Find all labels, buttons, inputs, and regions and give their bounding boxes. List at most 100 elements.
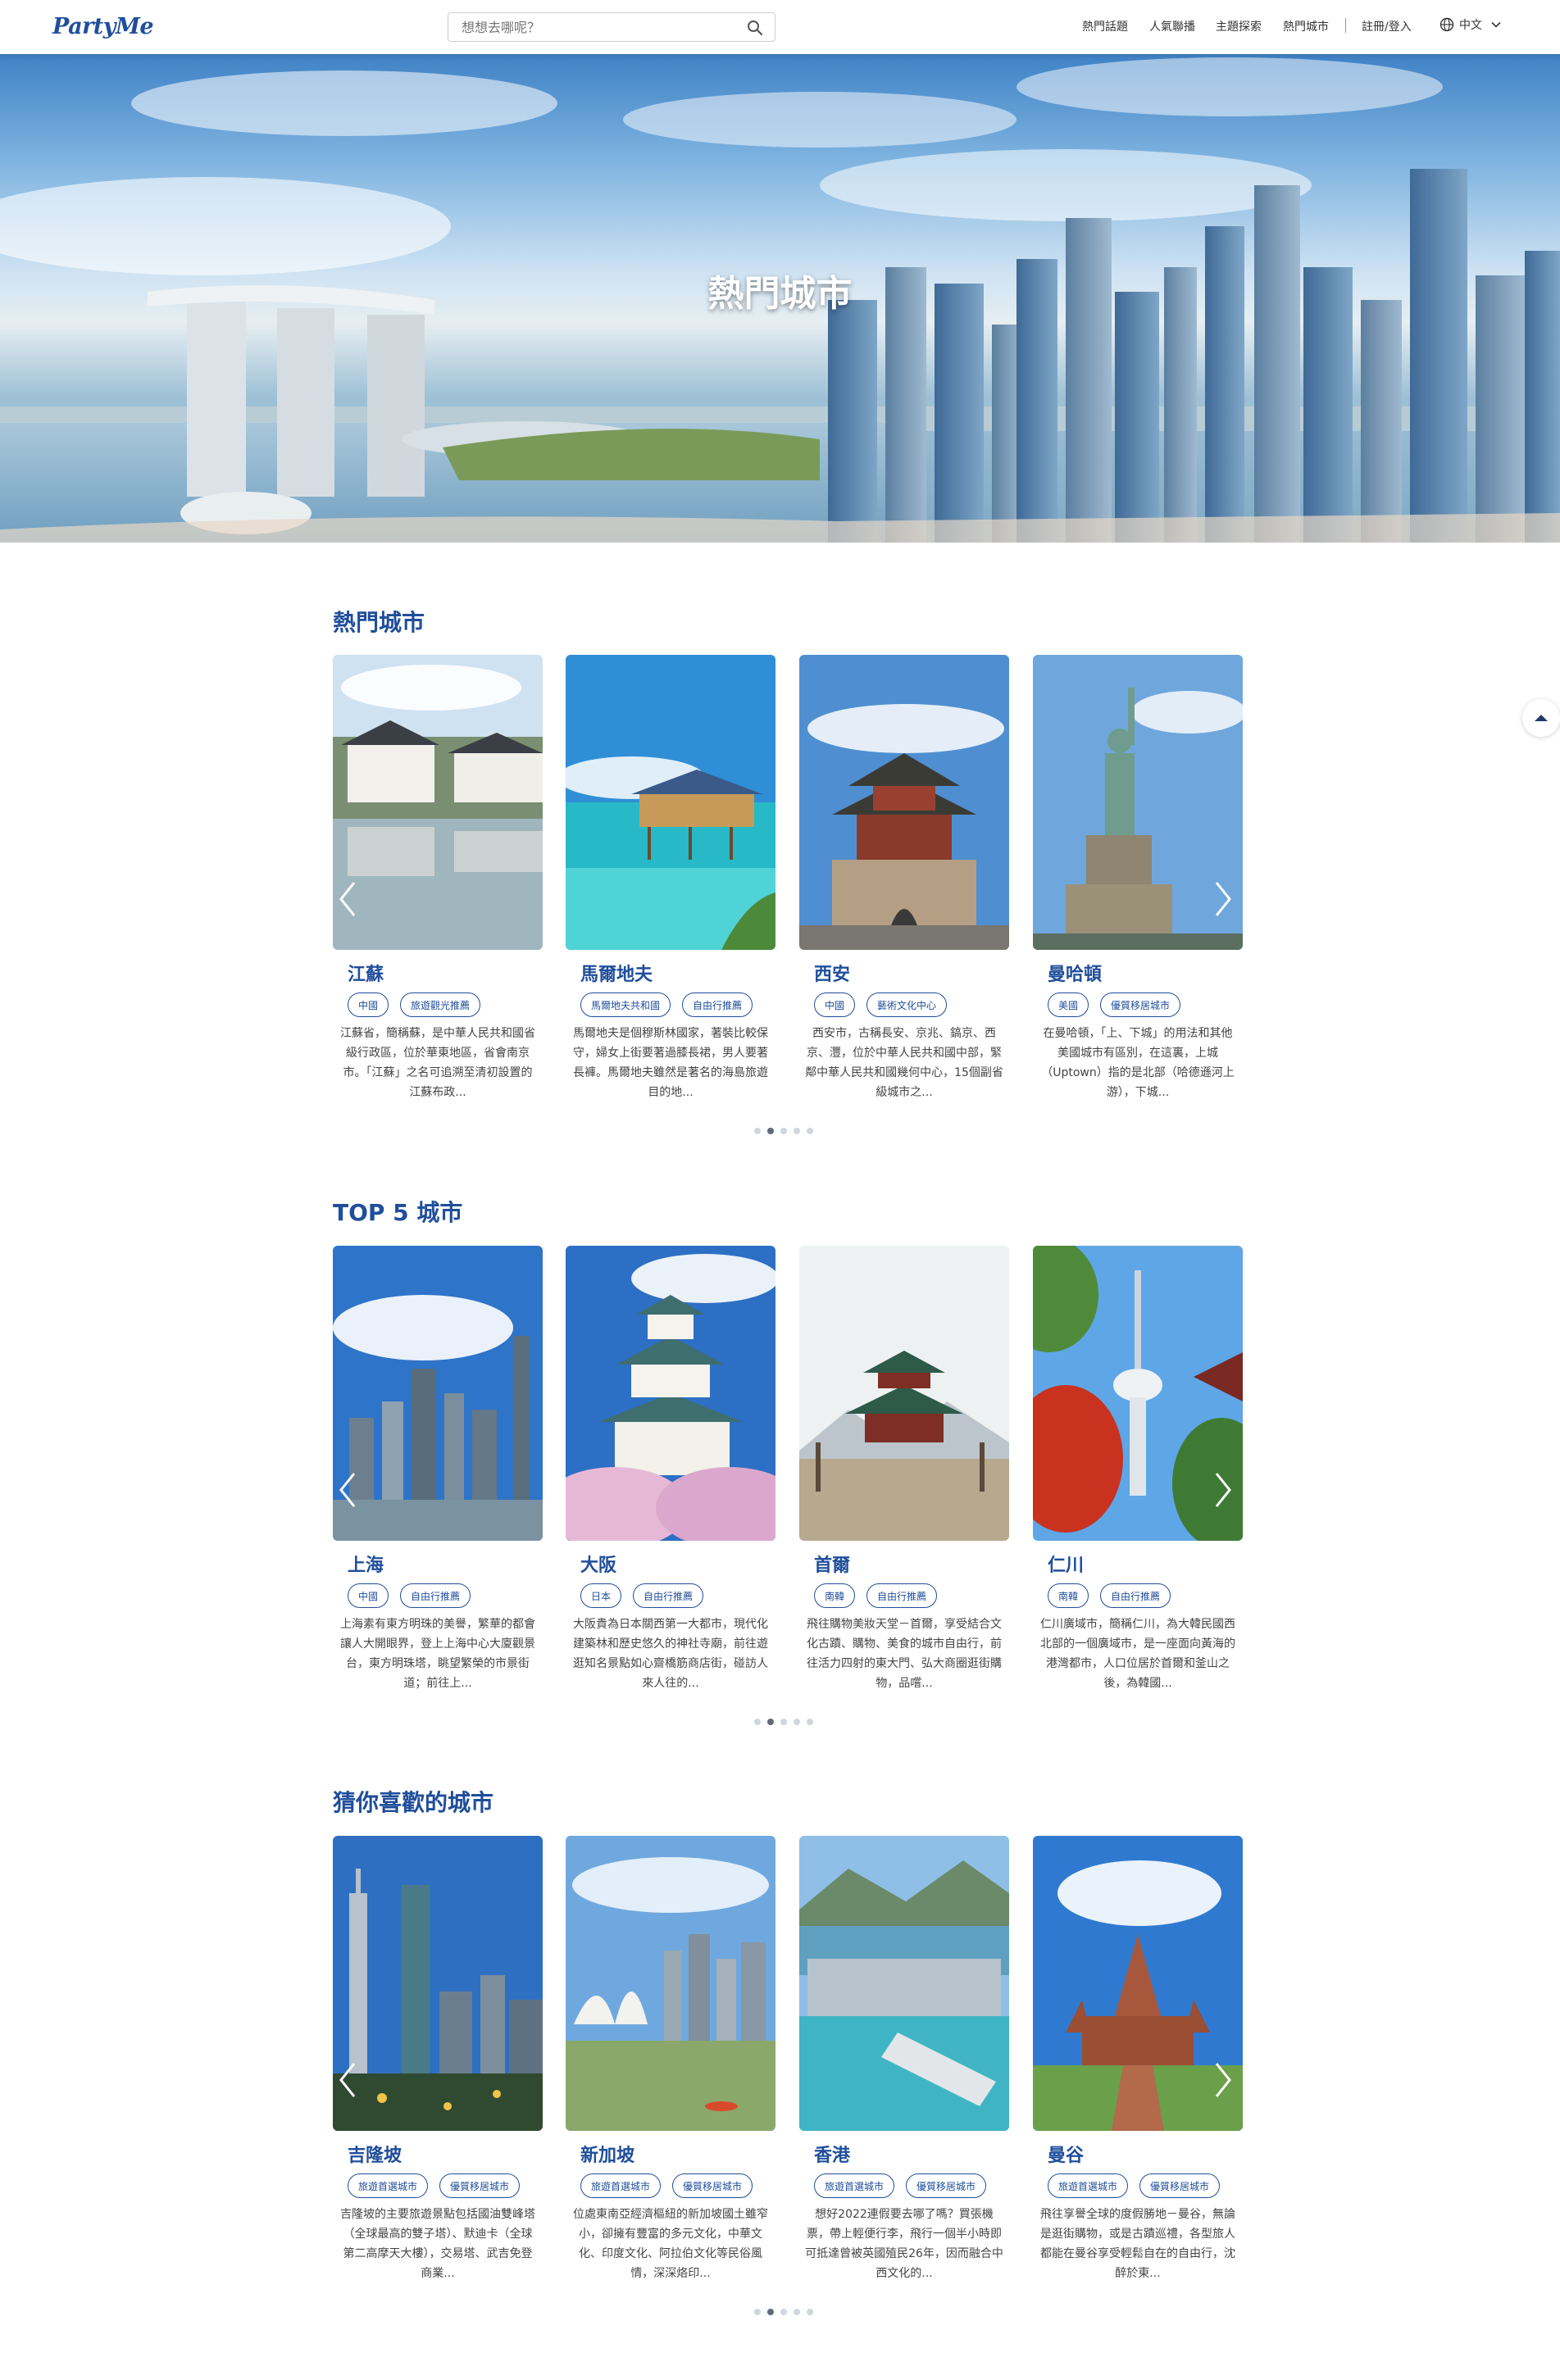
city-tag[interactable]: 美國: [1048, 992, 1089, 1017]
city-tag[interactable]: 自由行推薦: [400, 1583, 471, 1608]
pagination-dot[interactable]: [794, 2309, 800, 2315]
nav-divider: [1345, 18, 1346, 33]
login-register-link[interactable]: 註冊/登入: [1362, 18, 1412, 34]
city-description: 飛往購物美妝天堂－首爾，享受結合文化古蹟、購物、美食的城市自由行，前往活力四射的…: [807, 1618, 1002, 1690]
hero-banner: 熱門城市: [0, 54, 1560, 543]
pagination-dot-active[interactable]: [767, 2309, 774, 2315]
city-image-jiangsu: [333, 655, 543, 950]
city-name: 江蘇: [348, 965, 384, 985]
city-description: 上海素有東方明珠的美譽，繁華的都會讓人大開眼界，登上上海中心大廈觀景台，東方明珠…: [340, 1618, 535, 1690]
city-image-seoul: [799, 1246, 1009, 1541]
city-tag[interactable]: 馬爾地夫共和國: [580, 992, 671, 1017]
chevron-right-icon[interactable]: [1210, 2060, 1235, 2101]
pagination-dot[interactable]: [807, 1719, 813, 1725]
city-tag[interactable]: 優質移居城市: [672, 2173, 753, 2198]
chevron-left-icon[interactable]: [336, 1469, 361, 1510]
city-description: 飛往享譽全球的度假勝地－曼谷，無論是逛街購物，或是古蹟巡禮，各型旅人都能在曼谷享…: [1040, 2208, 1235, 2280]
city-tag[interactable]: 旅遊首選城市: [814, 2173, 895, 2198]
pagination-dot[interactable]: [807, 2309, 813, 2315]
city-tag[interactable]: 中國: [348, 992, 389, 1017]
city-image-hong-kong: [799, 1836, 1009, 2131]
city-name: 新加坡: [580, 2146, 635, 2166]
pagination-dot[interactable]: [807, 1128, 813, 1134]
chevron-right-icon[interactable]: [1210, 1469, 1235, 1510]
city-tag[interactable]: 自由行推薦: [633, 1583, 704, 1608]
city-name: 馬爾地夫: [580, 965, 653, 985]
nav-theme-explore[interactable]: 主題探索: [1216, 18, 1262, 34]
pagination-dot[interactable]: [794, 1719, 800, 1725]
search-box: [448, 12, 775, 42]
section-title-recommended: 猜你喜歡的城市: [333, 1789, 494, 1816]
city-tag[interactable]: 日本: [580, 1583, 622, 1608]
chevron-left-icon[interactable]: [336, 2060, 361, 2101]
chevron-down-icon: [1491, 21, 1501, 28]
pagination-dot[interactable]: [780, 1128, 787, 1134]
section-title-hot-cities: 熱門城市: [333, 609, 425, 636]
city-tag[interactable]: 優質移居城市: [1139, 2173, 1221, 2198]
search-icon[interactable]: [747, 20, 763, 36]
city-description: 吉隆坡的主要旅遊景點包括國油雙峰塔（全球最高的雙子塔）、默迪卡（全球第二高摩天大…: [340, 2208, 535, 2280]
city-name: 西安: [814, 965, 851, 985]
city-description: 位處東南亞經濟樞紐的新加坡國土雖窄小，卻擁有豐富的多元文化，中華文化、印度文化、…: [573, 2208, 768, 2280]
top-header: PartyMe 熱門話題 人氣聯播 主題探索 熱門城市 註冊/登入 中文: [0, 0, 1560, 54]
pagination-dot[interactable]: [794, 1128, 800, 1134]
city-image-singapore: [566, 1836, 775, 2131]
city-name: 吉隆坡: [348, 2146, 403, 2166]
city-name: 上海: [348, 1556, 384, 1576]
city-image-xian: [799, 655, 1009, 950]
section-title-top5: TOP 5 城市: [333, 1199, 463, 1226]
city-tag[interactable]: 優質移居城市: [439, 2173, 521, 2198]
carousel-pagination: [754, 2309, 813, 2315]
chevron-left-icon[interactable]: [336, 879, 361, 920]
language-label: 中文: [1459, 19, 1482, 32]
caret-up-icon: [1535, 715, 1548, 721]
city-name: 大阪: [580, 1556, 617, 1576]
pagination-dot[interactable]: [754, 2309, 761, 2315]
city-name: 曼谷: [1048, 2146, 1085, 2166]
city-description: 想好2022連假要去哪了嗎？買張機票，帶上輕便行李，飛行一個半小時即可抵達曾被英…: [805, 2208, 1003, 2280]
city-name: 首爾: [814, 1556, 851, 1576]
language-selector[interactable]: 中文: [1439, 16, 1507, 33]
search-input[interactable]: [448, 13, 727, 41]
back-to-top-button[interactable]: [1522, 699, 1560, 737]
city-tag[interactable]: 中國: [814, 992, 856, 1017]
city-description: 馬爾地夫是個穆斯林國家，著裝比較保守，婦女上街要著過膝長裙，男人要著長褲。馬爾地…: [573, 1027, 768, 1099]
nav-hot-cities[interactable]: 熱門城市: [1283, 18, 1329, 34]
pagination-dot-active[interactable]: [767, 1128, 774, 1134]
partyme-logo[interactable]: PartyMe: [52, 11, 154, 41]
city-image-kuala-lumpur: [333, 1836, 543, 2131]
city-tag[interactable]: 旅遊首選城市: [348, 2173, 429, 2198]
pagination-dot[interactable]: [780, 1719, 787, 1725]
city-tag[interactable]: 中國: [348, 1583, 389, 1608]
city-name: 曼哈頓: [1048, 965, 1103, 985]
city-tag[interactable]: 南韓: [814, 1583, 856, 1608]
city-description: 江蘇省，簡稱蘇，是中華人民共和國省級行政區，位於華東地區，省會南京市。「江蘇」之…: [340, 1027, 535, 1099]
city-tag[interactable]: 優質移居城市: [906, 2173, 987, 2198]
carousel-pagination: [754, 1128, 813, 1134]
city-tag[interactable]: 自由行推薦: [1100, 1583, 1171, 1608]
city-tag[interactable]: 優質移居城市: [1100, 992, 1181, 1017]
hero-title: 熱門城市: [707, 273, 853, 315]
city-description: 西安市，古稱長安、京兆、鎬京、西京、灃，位於中華人民共和國中部，緊鄰中華人民共和…: [805, 1027, 1003, 1099]
nav-popular-broadcast[interactable]: 人氣聯播: [1149, 18, 1195, 34]
city-tag[interactable]: 旅遊觀光推薦: [400, 992, 481, 1017]
city-tag[interactable]: 旅遊首選城市: [580, 2173, 662, 2198]
city-description: 仁川廣域市，簡稱仁川，為大韓民國西北部的一個廣域市，是一座面向黃海的港灣都市，人…: [1040, 1618, 1235, 1690]
city-tag[interactable]: 南韓: [1048, 1583, 1089, 1608]
city-tag[interactable]: 藝術文化中心: [866, 992, 948, 1017]
city-tag[interactable]: 自由行推薦: [682, 992, 753, 1017]
city-name: 香港: [814, 2146, 851, 2166]
city-tag[interactable]: 自由行推薦: [866, 1583, 938, 1608]
pagination-dot[interactable]: [780, 2309, 787, 2315]
chevron-right-icon[interactable]: [1210, 879, 1235, 920]
globe-icon: [1439, 17, 1454, 32]
pagination-dot[interactable]: [754, 1128, 761, 1134]
pagination-dot[interactable]: [754, 1719, 761, 1725]
city-description: 在曼哈頓，「上、下城」的用法和其他美國城市有區別，在這裏，上城（Uptown）指…: [1041, 1027, 1235, 1099]
city-tag[interactable]: 旅遊首選城市: [1048, 2173, 1129, 2198]
city-description: 大阪貴為日本關西第一大都市，現代化建築林和歷史悠久的神社寺廟，前往遊逛知名景點如…: [573, 1618, 768, 1690]
city-image-shanghai: [333, 1246, 543, 1541]
pagination-dot-active[interactable]: [767, 1719, 774, 1725]
nav-hot-topics[interactable]: 熱門話題: [1082, 18, 1128, 34]
logo-text: PartyMe: [52, 13, 154, 39]
